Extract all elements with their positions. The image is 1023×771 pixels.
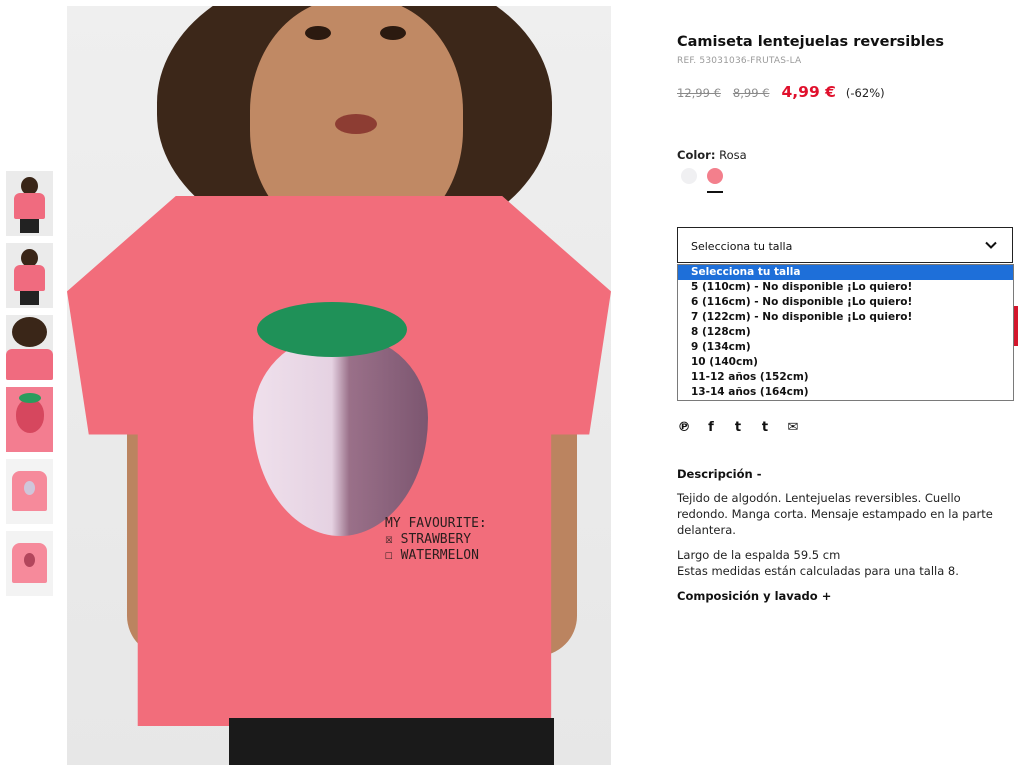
- strawberry-leaves: [257, 302, 407, 357]
- size-select[interactable]: Selecciona tu talla: [677, 227, 1013, 263]
- thumbnail-1[interactable]: [6, 171, 53, 236]
- thumbnail-figure: [12, 317, 47, 347]
- facebook-icon[interactable]: f: [704, 420, 718, 436]
- image-pants: [229, 718, 554, 765]
- shirt-print-text: MY FAVOURITE: ☒ STRAWBERY ☐ WATERMELON: [385, 516, 487, 563]
- size-dropdown-list: Selecciona tu talla 5 (110cm) - No dispo…: [677, 264, 1014, 401]
- thumbnail-figure: [14, 265, 45, 291]
- thumbnail-figure: [19, 393, 41, 403]
- size-select-value: Selecciona tu talla: [691, 240, 793, 253]
- tumblr-icon[interactable]: t: [758, 420, 772, 436]
- selected-swatch-indicator: [707, 191, 723, 193]
- thumbnail-figure: [16, 399, 44, 433]
- thumbnail-figure: [20, 291, 39, 305]
- thumbnail-figure: [20, 219, 39, 233]
- size-option[interactable]: 8 (128cm): [678, 325, 1013, 340]
- color-swatch-pink[interactable]: [707, 168, 723, 184]
- main-product-image[interactable]: MY FAVOURITE: ☒ STRAWBERY ☐ WATERMELON: [67, 6, 611, 765]
- add-to-cart-button-edge[interactable]: [1014, 306, 1018, 346]
- product-title: Camiseta lentejuelas reversibles: [677, 34, 945, 50]
- thumbnail-figure: [24, 553, 35, 567]
- size-option[interactable]: 13-14 años (164cm): [678, 385, 1013, 400]
- thumbnail-figure: [24, 481, 35, 495]
- pinterest-icon[interactable]: ℗: [677, 420, 691, 436]
- measure-note: Estas medidas están calculadas para una …: [677, 564, 959, 578]
- size-option[interactable]: 10 (140cm): [678, 355, 1013, 370]
- thumbnail-figure: [14, 193, 45, 219]
- discount-badge: (-62%): [845, 86, 885, 100]
- size-option[interactable]: 5 (110cm) - No disponible ¡Lo quiero!: [678, 280, 1013, 295]
- chevron-down-icon: [985, 241, 997, 249]
- description-toggle[interactable]: Descripción -: [677, 467, 761, 481]
- image-eye: [305, 26, 331, 40]
- description-body: Tejido de algodón. Lentejuelas reversibl…: [677, 490, 1012, 579]
- color-label: Color: Rosa: [677, 148, 747, 162]
- size-option[interactable]: Selecciona tu talla: [678, 265, 1013, 280]
- price-previous: 8,99 €: [732, 86, 770, 100]
- color-label-title: Color:: [677, 148, 716, 162]
- thumbnail-2[interactable]: [6, 243, 53, 308]
- price-current: 4,99 €: [781, 83, 836, 101]
- price-original: 12,99 €: [677, 86, 721, 100]
- email-icon[interactable]: ✉: [786, 420, 800, 436]
- thumbnail-3[interactable]: [6, 315, 53, 380]
- thumbnail-gallery: [6, 171, 53, 603]
- image-eye: [380, 26, 406, 40]
- twitter-icon[interactable]: t: [731, 420, 745, 436]
- thumbnail-5[interactable]: [6, 459, 53, 524]
- size-option[interactable]: 9 (134cm): [678, 340, 1013, 355]
- size-option[interactable]: 6 (116cm) - No disponible ¡Lo quiero!: [678, 295, 1013, 310]
- size-option[interactable]: 11-12 años (152cm): [678, 370, 1013, 385]
- price-row: 12,99 € 8,99 € 4,99 € (-62%): [677, 83, 885, 101]
- measure-text: Largo de la espalda 59.5 cm: [677, 548, 841, 562]
- thumbnail-6[interactable]: [6, 531, 53, 596]
- description-text: Tejido de algodón. Lentejuelas reversibl…: [677, 491, 993, 537]
- size-option[interactable]: 7 (122cm) - No disponible ¡Lo quiero!: [678, 310, 1013, 325]
- color-swatch-white[interactable]: [681, 168, 697, 184]
- thumbnail-4[interactable]: [6, 387, 53, 452]
- composition-toggle[interactable]: Composición y lavado +: [677, 589, 831, 603]
- image-mouth: [335, 114, 377, 134]
- thumbnail-figure: [6, 349, 53, 380]
- color-value: Rosa: [719, 148, 747, 162]
- product-ref: REF. 53031036-FRUTAS-LA: [677, 56, 802, 66]
